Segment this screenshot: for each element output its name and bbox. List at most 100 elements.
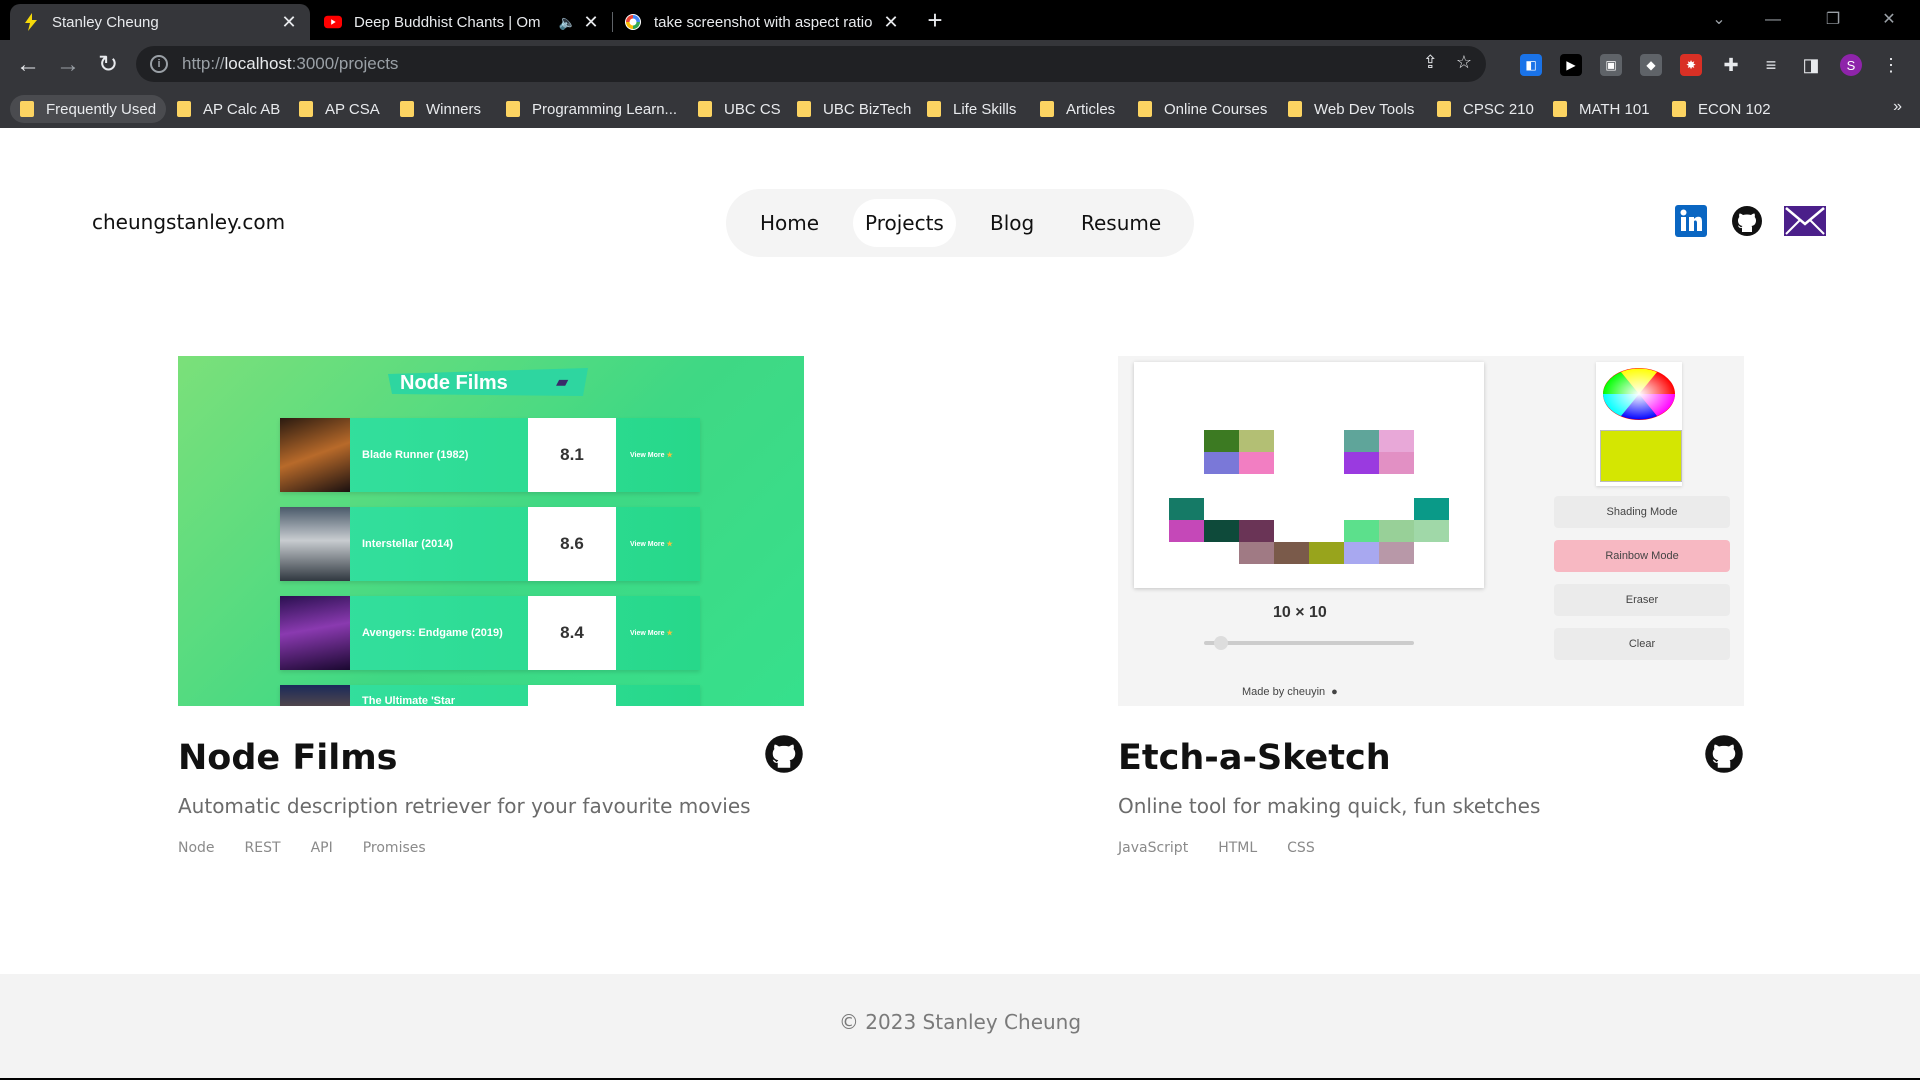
movie-poster [280,685,350,706]
more-bookmarks-icon[interactable]: » [1893,98,1902,116]
folder-icon [1288,101,1302,117]
back-arrow-icon[interactable]: ← [12,49,44,81]
extensions-puzzle-icon[interactable]: ✚ [1720,54,1742,76]
slider-knob [1214,636,1228,650]
bookmark-ubc-biztech[interactable]: UBC BizTech [787,95,921,123]
tag: Promises [362,840,426,856]
project-card-etch-a-sketch: 10 × 10 Made by cheuyin ● Shading Mode Ra [1118,356,1744,856]
grid-size-label: 10 × 10 [1273,604,1327,621]
project-card-node-films: Node Films ▰ Blade Runner (1982) 8.1 Vie… [178,356,804,856]
folder-icon [20,101,34,117]
tab-buddhist-chants[interactable]: Deep Buddhist Chants | Om 🔈 ✕ [312,4,612,40]
tag: REST [244,840,281,856]
youtube-favicon-icon [324,13,342,31]
folder-icon [400,101,414,117]
bookmark-programming-learn[interactable]: Programming Learn... [496,95,687,123]
close-tab-icon[interactable]: ✕ [280,12,298,33]
movie-poster [280,418,350,492]
bookmark-ap-csa[interactable]: AP CSA [289,95,390,123]
extension-tabs-icon[interactable]: ▣ [1600,54,1622,76]
nav-resume[interactable]: Resume [1069,199,1173,247]
extension-play-icon[interactable]: ▶ [1560,54,1582,76]
copyright-text: © 2023 Stanley Cheung [838,1010,1082,1034]
folder-icon [1040,101,1054,117]
tag: JavaScript [1118,840,1189,856]
audio-playing-icon[interactable]: 🔈 [559,14,576,31]
restore-icon[interactable]: ❐ [1810,4,1856,36]
share-icon[interactable]: ⇪ [1423,52,1438,73]
project-title[interactable]: Etch-a-Sketch [1118,738,1391,778]
browser-menu-icon[interactable]: ⋮ [1880,54,1902,76]
folder-icon [1553,101,1567,117]
bookmark-web-dev-tools[interactable]: Web Dev Tools [1278,95,1424,123]
bookmark-math-101[interactable]: MATH 101 [1543,95,1660,123]
bookmark-online-courses[interactable]: Online Courses [1128,95,1277,123]
site-footer: © 2023 Stanley Cheung [0,974,1920,1078]
bookmark-articles[interactable]: Articles [1030,95,1125,123]
address-bar-actions: ⇪ ☆ [1423,52,1472,73]
close-tab-icon[interactable]: ✕ [582,12,600,33]
profile-avatar[interactable]: S [1840,54,1862,76]
project-tags: Node REST API Promises [178,840,426,856]
nav-blog[interactable]: Blog [978,199,1046,247]
bookmark-winners[interactable]: Winners [390,95,491,123]
linkedin-icon[interactable] [1674,204,1708,238]
nav-projects[interactable]: Projects [853,199,956,247]
bookmark-ubc-cs[interactable]: UBC CS [688,95,791,123]
folder-icon [698,101,712,117]
project-description: Online tool for making quick, fun sketch… [1118,794,1541,818]
etch-a-sketch-screenshot[interactable]: 10 × 10 Made by cheuyin ● Shading Mode Ra [1118,356,1744,706]
ublock-icon[interactable]: ◆ [1640,54,1662,76]
forward-arrow-icon[interactable]: → [52,49,84,81]
side-panel-icon[interactable]: ◨ [1800,54,1822,76]
eraser-button: Eraser [1554,584,1730,616]
new-tab-button[interactable]: + [920,6,950,36]
bookmark-star-icon[interactable]: ☆ [1456,52,1472,73]
extension-red-icon[interactable]: ✸ [1680,54,1702,76]
movie-row: Interstellar (2014) 8.6 View More ★ [280,507,700,581]
shading-mode-button: Shading Mode [1554,496,1730,528]
made-by-credit: Made by cheuyin ● [1242,686,1338,698]
node-films-screenshot[interactable]: Node Films ▰ Blade Runner (1982) 8.1 Vie… [178,356,804,706]
close-tab-icon[interactable]: ✕ [882,12,900,33]
github-icon[interactable] [1704,734,1744,774]
github-icon: ● [1331,686,1338,698]
bookmark-econ-102[interactable]: ECON 102 [1662,95,1781,123]
github-icon[interactable] [1730,204,1764,238]
site-brand[interactable]: cheungstanley.com [92,210,285,234]
reload-icon[interactable]: ↻ [92,49,124,81]
tab-search-icon[interactable]: ⌄ [1696,4,1742,36]
folder-icon [299,101,313,117]
bookmark-frequently-used[interactable]: Frequently Used [10,95,167,123]
tag: CSS [1287,840,1315,856]
tab-stanley-cheung[interactable]: Stanley Cheung ✕ [10,4,310,40]
tab-screenshot-search[interactable]: take screenshot with aspect ratio ✕ [612,4,912,40]
minimize-icon[interactable]: — [1750,4,1796,36]
movie-poster [280,507,350,581]
site-info-icon[interactable]: i [150,55,168,73]
tab-strip: Stanley Cheung ✕ Deep Buddhist Chants | … [0,0,1920,40]
nav-home[interactable]: Home [748,199,831,247]
bookmarks-bar: Frequently Used AP Calc AB AP CSA Winner… [0,90,1920,128]
page-content: cheungstanley.com Home Projects Blog Res… [0,128,1920,1078]
node-films-thumb-heading: Node Films ▰ [388,366,588,396]
project-title[interactable]: Node Films [178,738,398,778]
rainbow-mode-button: Rainbow Mode [1554,540,1730,572]
extension-shield-icon[interactable]: ◧ [1520,54,1542,76]
camera-icon: ▰ [556,374,569,391]
bookmark-ap-calc-ab[interactable]: AP Calc AB [167,95,290,123]
bookmark-cpsc-210[interactable]: CPSC 210 [1427,95,1544,123]
tag: Node [178,840,215,856]
mail-icon[interactable] [1784,204,1826,238]
window-close-icon[interactable]: ✕ [1866,4,1912,36]
browser-toolbar: ← → ↻ i http://localhost:3000/projects ⇪… [0,40,1920,90]
lightning-favicon-icon [22,13,40,31]
grid-size-slider [1204,641,1414,645]
folder-icon [1437,101,1451,117]
address-bar[interactable]: i http://localhost:3000/projects ⇪ ☆ [136,46,1486,82]
movie-row: The Ultimate 'Star [280,685,700,706]
reading-list-icon[interactable]: ≡ [1760,54,1782,76]
folder-icon [1138,101,1152,117]
bookmark-life-skills[interactable]: Life Skills [917,95,1026,123]
github-icon[interactable] [764,734,804,774]
